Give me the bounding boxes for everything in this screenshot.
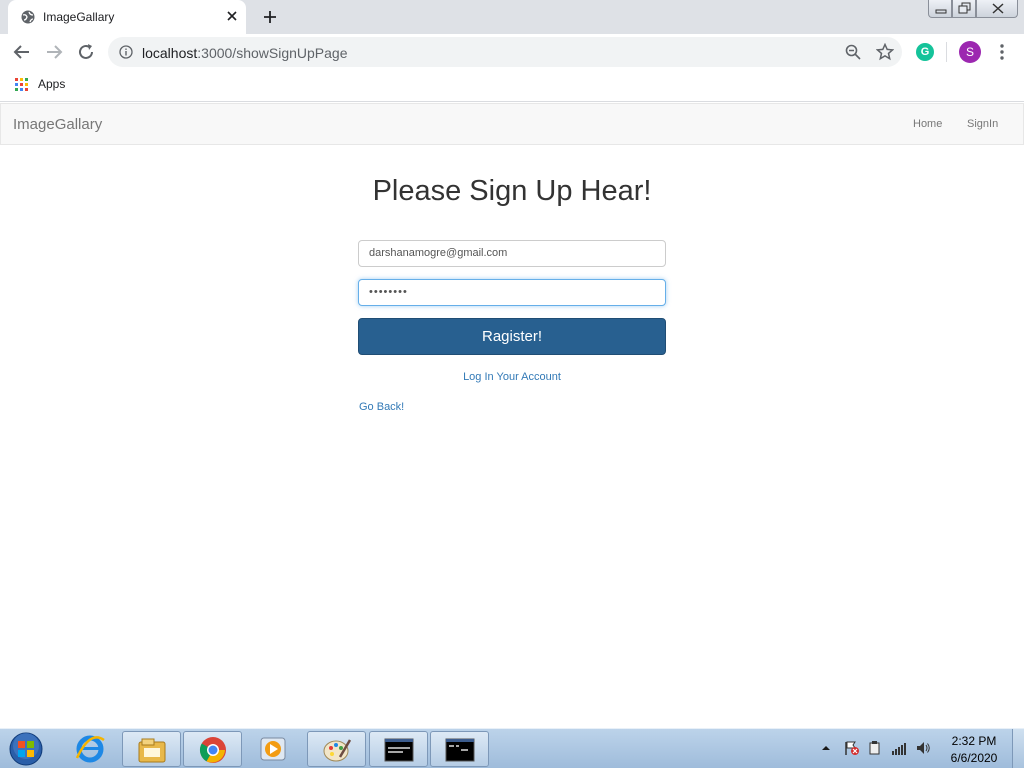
password-field[interactable]: ••••••••: [358, 279, 666, 306]
internet-explorer-icon: [75, 735, 105, 763]
chrome-icon: [199, 737, 226, 763]
clock-date[interactable]: 6/6/2020: [940, 751, 1008, 765]
window-minimize-button[interactable]: [928, 0, 952, 18]
minimize-icon: [935, 9, 947, 14]
window-close-button[interactable]: [976, 0, 1018, 18]
taskbar-chrome[interactable]: [183, 731, 242, 767]
taskbar-explorer[interactable]: [122, 731, 181, 767]
taskbar-paint[interactable]: [307, 731, 366, 767]
tab-close-icon[interactable]: [224, 8, 240, 24]
url-host: localhost: [142, 45, 198, 61]
zoom-out-icon[interactable]: [845, 44, 861, 60]
tab-title: ImageGallary: [43, 10, 115, 24]
command-prompt-icon: [445, 738, 475, 762]
mysql-console-icon: [384, 738, 414, 762]
windows-start-icon[interactable]: [6, 732, 46, 766]
info-icon[interactable]: [119, 45, 133, 59]
device-tray-icon[interactable]: [867, 740, 883, 756]
show-hidden-icons-arrow-icon[interactable]: [821, 743, 831, 753]
grammarly-extension-icon[interactable]: G: [916, 43, 934, 61]
new-tab-plus-icon[interactable]: [259, 6, 281, 28]
apps-grid-icon[interactable]: [15, 78, 28, 91]
volume-icon[interactable]: [915, 740, 931, 756]
taskbar-cmd[interactable]: [430, 731, 489, 767]
bookmark-star-icon[interactable]: [876, 43, 894, 61]
login-link: Log In Your Account: [0, 371, 1024, 383]
address-bar[interactable]: localhost:3000/showSignUpPage: [108, 37, 902, 67]
nav-link-home[interactable]: Home: [913, 118, 942, 130]
clock-time[interactable]: 2:32 PM: [940, 734, 1008, 748]
profile-avatar[interactable]: S: [959, 41, 981, 63]
taskbar-ie[interactable]: [61, 731, 120, 767]
taskbar-mysql-console[interactable]: [369, 731, 428, 767]
media-player-icon: [260, 737, 286, 761]
navbar-brand[interactable]: ImageGallary: [13, 116, 102, 133]
close-icon: [992, 3, 1004, 14]
window-restore-button[interactable]: [952, 0, 976, 18]
browser-toolbar: localhost:3000/showSignUpPage: [0, 34, 1024, 70]
globe-icon: [21, 10, 35, 24]
reload-icon[interactable]: [75, 41, 97, 63]
site-navbar: ImageGallary Home SignIn: [0, 103, 1024, 145]
login-link-text[interactable]: Log In Your Account: [463, 371, 561, 383]
restore-icon: [958, 2, 971, 14]
more-menu-icon[interactable]: [995, 43, 1009, 61]
nav-link-signin[interactable]: SignIn: [967, 118, 998, 130]
apps-bookmark[interactable]: Apps: [38, 77, 65, 91]
toolbar-separator: [946, 42, 947, 62]
page-title: Please Sign Up Hear!: [372, 175, 652, 207]
browser-tab[interactable]: ImageGallary: [8, 0, 246, 34]
url-path: :3000/showSignUpPage: [197, 45, 348, 61]
taskbar-media-player[interactable]: [244, 731, 303, 767]
register-button[interactable]: Ragister!: [358, 318, 666, 355]
action-center-flag-icon[interactable]: [843, 740, 859, 756]
paint-palette-icon: [323, 739, 352, 762]
folder-icon: [138, 738, 166, 763]
show-desktop-button[interactable]: [1012, 729, 1024, 768]
browser-tab-strip: ImageGallary: [0, 0, 1024, 34]
bookmarks-bar: Apps: [0, 70, 1024, 102]
email-field[interactable]: darshanamogre@gmail.com: [358, 240, 666, 267]
url-text: localhost:3000/showSignUpPage: [142, 45, 348, 61]
back-arrow-icon[interactable]: [11, 41, 33, 63]
forward-arrow-icon[interactable]: [43, 41, 65, 63]
network-signal-icon[interactable]: [891, 740, 907, 756]
go-back-link[interactable]: Go Back!: [359, 401, 404, 413]
